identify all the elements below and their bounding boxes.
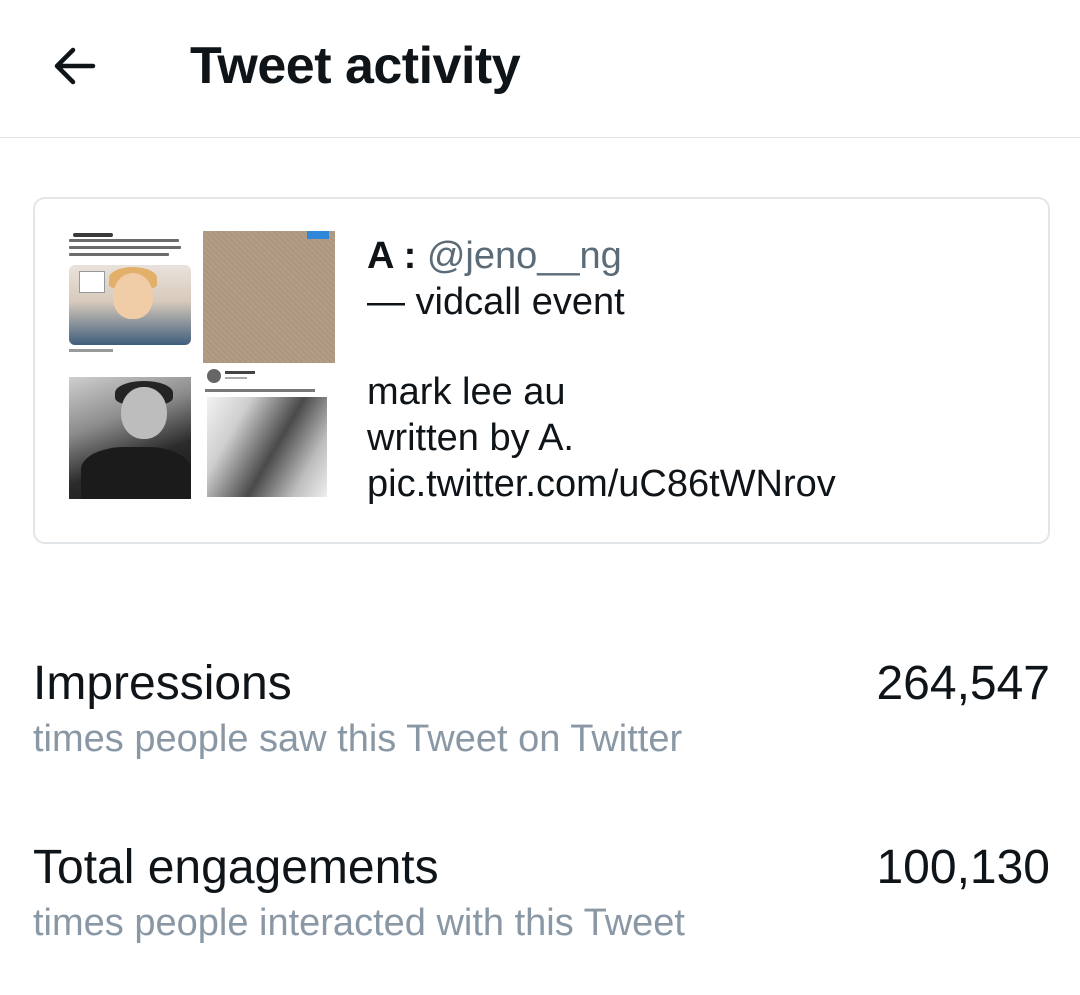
tweet-card[interactable]: A : @jeno__ng — vidcall event mark lee a…	[33, 197, 1050, 544]
media-thumbnail-1[interactable]	[69, 231, 195, 357]
stat-value: 264,547	[876, 657, 1050, 710]
tweet-author: A :	[367, 235, 417, 277]
tweet-line: written by A.	[367, 417, 574, 459]
media-thumbnail-2[interactable]	[203, 231, 335, 363]
stat-label: Total engagements	[33, 841, 439, 894]
tweet-text: A : @jeno__ng — vidcall event mark lee a…	[367, 233, 1027, 507]
stat-description: times people saw this Tweet on Twitter	[33, 718, 683, 760]
tweet-line: — vidcall event	[367, 281, 625, 323]
tweet-media-grid[interactable]	[69, 231, 335, 501]
arrow-left-icon	[54, 47, 96, 85]
stat-value: 100,130	[876, 841, 1050, 894]
top-bar: Tweet activity	[0, 0, 1080, 138]
stat-label: Impressions	[33, 657, 292, 710]
media-thumbnail-4[interactable]	[203, 367, 335, 501]
media-thumbnail-3[interactable]	[69, 377, 191, 499]
tweet-pic-link[interactable]: pic.twitter.com/uC86tWNrov	[367, 461, 1027, 507]
stat-description: times people interacted with this Tweet	[33, 902, 685, 944]
tweet-line: mark lee au	[367, 371, 566, 413]
tweet-handle-link[interactable]: @jeno__ng	[427, 235, 622, 277]
back-button[interactable]	[44, 36, 104, 96]
page-title: Tweet activity	[190, 37, 521, 95]
